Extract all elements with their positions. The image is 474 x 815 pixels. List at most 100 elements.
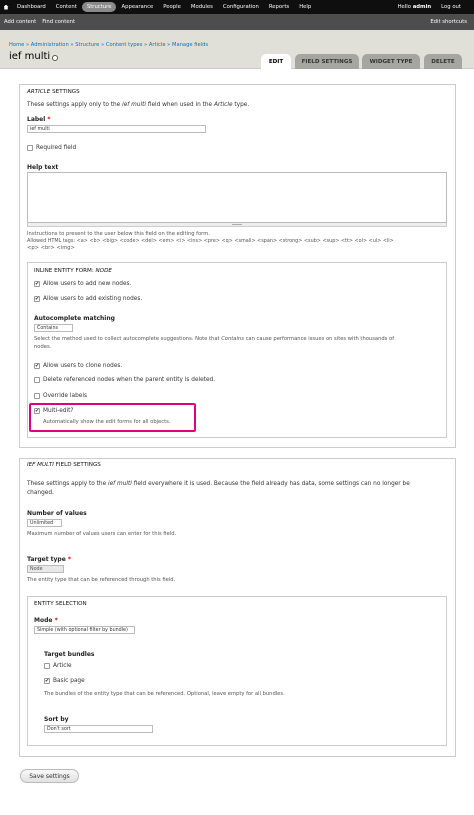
tab-field-settings[interactable]: FIELD SETTINGS — [295, 54, 359, 69]
fs-legend-rest: FIELD SETTINGS — [53, 462, 101, 468]
intro-pre: These settings apply only to the — [27, 102, 123, 108]
autocomplete-desc-em: Contains — [221, 336, 244, 342]
mode-select[interactable]: Simple (with optional filter by bundle) — [34, 626, 135, 634]
multi-edit-desc: Automatically show the edit forms for al… — [43, 419, 171, 425]
article-settings-legend: ARTICLE SETTINGS — [27, 89, 80, 95]
ief-legend-pre: INLINE ENTITY FORM: — [34, 268, 96, 274]
num-values-select[interactable]: Unlimited — [27, 519, 62, 527]
tab-edit[interactable]: EDIT — [261, 54, 291, 69]
shortcuts-bar: Add content Find content Edit shortcuts — [0, 14, 474, 30]
field-settings-legend: IEF MULTI FIELD SETTINGS — [27, 462, 101, 468]
intro-post: type. — [232, 102, 250, 108]
allow-add-new-label: Allow users to add new nodes. — [43, 281, 132, 287]
tab-widget-type[interactable]: WIDGET TYPE — [362, 54, 420, 69]
help-text-textarea[interactable] — [27, 172, 447, 223]
override-labels-label: Override labels — [43, 393, 87, 399]
target-type-select: Node — [27, 565, 64, 573]
intro-em2: Article — [213, 102, 233, 108]
bundle-basic-page-label: Basic page — [53, 678, 85, 684]
allow-clone-checkbox[interactable]: ✔ — [34, 363, 40, 369]
autocomplete-desc-post: can cause performance issues on sites wi… — [243, 336, 395, 342]
logout-link[interactable]: Log out — [436, 2, 466, 12]
delete-referenced-checkbox[interactable] — [34, 377, 40, 383]
user-greeting: Hello admin — [393, 2, 437, 12]
shortcut-star-icon[interactable] — [52, 55, 58, 61]
autocomplete-label: Autocomplete matching — [34, 315, 115, 322]
required-mark: * — [67, 556, 72, 563]
user-name-link[interactable]: admin — [413, 4, 431, 10]
allow-add-new-checkbox[interactable]: ✔ — [34, 281, 40, 287]
help-text-desc-2: Allowed HTML tags: <a> <b> <big> <code> … — [27, 238, 394, 244]
legend-em: ARTICLE — [27, 89, 51, 95]
sort-by-select[interactable]: Don't sort — [44, 725, 153, 733]
autocomplete-desc-2: nodes. — [34, 344, 52, 350]
num-values-desc: Maximum number of values users can enter… — [27, 531, 177, 537]
autocomplete-desc-pre: Select the method used to collect autoco… — [34, 336, 222, 342]
breadcrumb[interactable]: Home » Administration » Structure » Cont… — [9, 42, 208, 48]
fs-intro-post: field everywhere it is used. Because the… — [131, 481, 410, 487]
help-text-desc-3: <p> <br> <img> — [27, 245, 75, 251]
toolbar-reports[interactable]: Reports — [264, 2, 294, 12]
override-labels-checkbox[interactable] — [34, 393, 40, 399]
allow-add-existing-checkbox[interactable]: ✔ — [34, 296, 40, 302]
required-mark: * — [47, 116, 51, 123]
toolbar-modules[interactable]: Modules — [186, 2, 218, 12]
field-settings-intro-1: These settings apply to the ief multi fi… — [27, 481, 410, 487]
field-settings-intro-2: changed. — [27, 490, 54, 496]
article-settings-intro: These settings apply only to the ief mul… — [27, 102, 249, 108]
target-bundles-label: Target bundles — [44, 651, 95, 658]
home-icon[interactable] — [0, 0, 12, 14]
delete-referenced-label: Delete referenced nodes when the parent … — [43, 377, 216, 383]
multi-edit-label: Multi-edit? — [43, 408, 74, 414]
tab-delete[interactable]: DELETE — [424, 54, 462, 69]
autocomplete-desc-1: Select the method used to collect autoco… — [34, 336, 394, 342]
sort-by-label: Sort by — [44, 716, 69, 723]
ief-legend: INLINE ENTITY FORM: NODE — [34, 268, 112, 274]
toolbar-people[interactable]: People — [158, 2, 186, 12]
page-title: ief multi — [9, 51, 51, 62]
fs-intro-em: ief multi — [107, 481, 132, 487]
multi-edit-checkbox[interactable]: ✔ — [34, 408, 40, 414]
mode-label: Mode * — [34, 617, 58, 624]
target-type-label: Target type * — [27, 556, 71, 563]
bundle-article-label: Article — [53, 663, 72, 669]
required-mark: * — [54, 617, 58, 624]
required-label: Required field — [36, 145, 77, 151]
toolbar-structure[interactable]: Structure — [81, 2, 117, 12]
shortcut-add-content[interactable]: Add content — [4, 19, 36, 25]
target-type-label-text: Target type — [27, 556, 66, 563]
textarea-resize-handle[interactable] — [27, 223, 447, 227]
help-text-desc-1: Instructions to present to the user belo… — [27, 231, 210, 237]
greeting-text: Hello — [397, 4, 411, 10]
intro-em1: ief multi — [122, 102, 146, 108]
bundle-basic-page-checkbox[interactable]: ✔ — [44, 678, 50, 684]
toolbar-configuration[interactable]: Configuration — [218, 2, 264, 12]
save-settings-button[interactable]: Save settings — [20, 769, 79, 783]
help-text-label: Help text — [27, 164, 59, 171]
num-values-label: Number of values — [27, 510, 87, 517]
allow-clone-label: Allow users to clone nodes. — [43, 363, 123, 369]
toolbar-appearance[interactable]: Appearance — [116, 2, 158, 12]
target-type-desc: The entity type that can be referenced t… — [27, 577, 176, 583]
shortcut-find-content[interactable]: Find content — [42, 19, 75, 25]
edit-shortcuts-link[interactable]: Edit shortcuts — [430, 19, 467, 25]
allow-add-existing-label: Allow users to add existing nodes. — [43, 296, 143, 302]
legend-rest: SETTINGS — [50, 89, 80, 95]
label-input[interactable]: ief multi — [27, 125, 206, 133]
entity-selection-fieldset — [27, 596, 447, 746]
toolbar-help[interactable]: Help — [294, 2, 316, 12]
label-label-text: Label — [27, 116, 46, 123]
bundle-article-checkbox[interactable] — [44, 663, 50, 669]
target-bundles-desc: The bundles of the entity type that can … — [44, 691, 285, 697]
label-field-label: Label * — [27, 116, 51, 123]
required-checkbox[interactable] — [27, 145, 33, 151]
toolbar-content[interactable]: Content — [51, 2, 82, 12]
fs-intro-pre: These settings apply to the — [27, 481, 108, 487]
mode-label-text: Mode — [34, 617, 53, 624]
toolbar-dashboard[interactable]: Dashboard — [12, 2, 51, 12]
intro-mid: field when used in the — [145, 102, 214, 108]
autocomplete-select[interactable]: Contains — [34, 324, 73, 332]
admin-toolbar: Dashboard Content Structure Appearance P… — [0, 0, 474, 14]
ief-legend-em: NODE — [95, 268, 112, 274]
fs-legend-em: IEF MULTI — [27, 462, 54, 468]
